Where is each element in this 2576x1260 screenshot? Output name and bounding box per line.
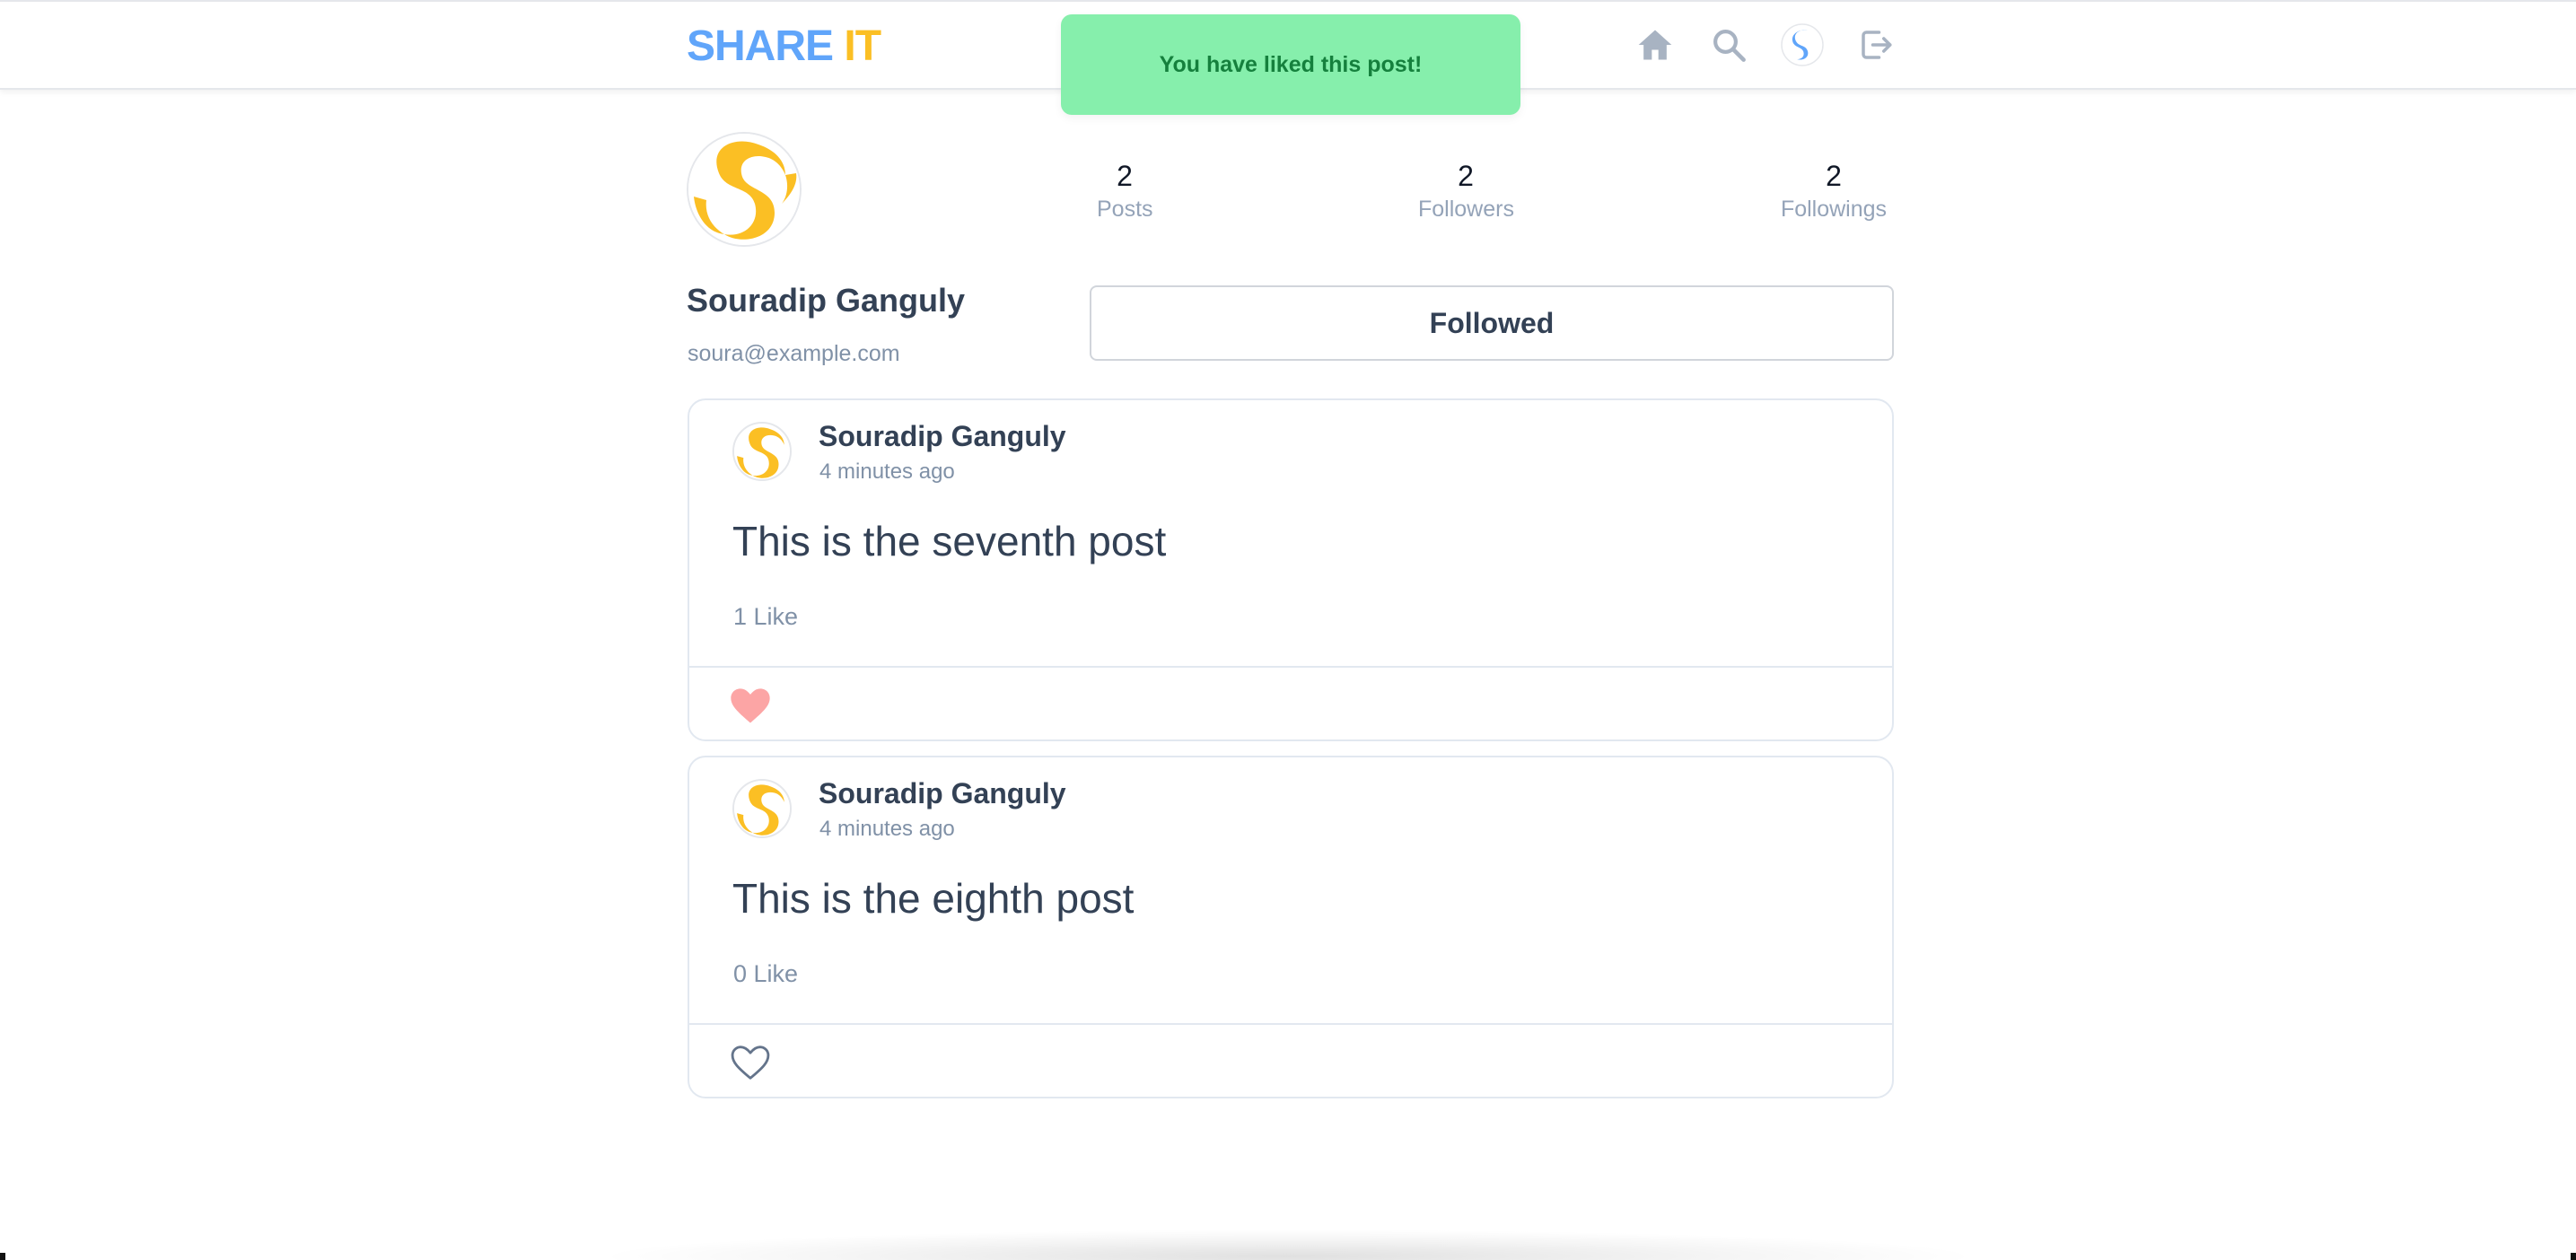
window-corner-right: [2571, 1253, 2576, 1260]
toast-message: You have liked this post!: [1159, 51, 1423, 77]
heart-outline-icon[interactable]: [727, 1039, 774, 1086]
logo-share-text: SHARE: [687, 22, 834, 70]
bottom-shadow: [592, 1229, 1984, 1260]
follow-button[interactable]: Followed: [1090, 285, 1894, 361]
profile-avatar-icon[interactable]: [1781, 23, 1824, 66]
post-divider: [689, 666, 1892, 668]
post-card: Souradip Ganguly 4 minutes ago This is t…: [688, 398, 1894, 741]
post-divider: [689, 1023, 1892, 1025]
stat-posts: 2 Posts: [1097, 158, 1153, 224]
followers-label: Followers: [1418, 197, 1514, 222]
post-content: This is the seventh post: [732, 518, 1167, 564]
stat-followers[interactable]: 2 Followers: [1418, 158, 1514, 224]
post-author-avatar[interactable]: [732, 779, 792, 838]
search-icon[interactable]: [1707, 23, 1750, 66]
window-corner-left: [0, 1253, 5, 1260]
posts-label: Posts: [1097, 197, 1153, 222]
post-author-name[interactable]: Souradip Ganguly: [819, 420, 1066, 453]
heart-filled-icon[interactable]: [727, 682, 774, 729]
logout-icon[interactable]: [1854, 23, 1897, 66]
post-timestamp: 4 minutes ago: [819, 817, 955, 841]
post-timestamp: 4 minutes ago: [819, 459, 955, 484]
followings-label: Followings: [1780, 197, 1888, 222]
followers-count: 2: [1458, 160, 1474, 192]
stat-followings[interactable]: 2 Followings: [1779, 158, 1888, 224]
post-author-avatar[interactable]: [732, 422, 792, 481]
post-like-count: 1 Like: [733, 603, 799, 630]
post-content: This is the eighth post: [732, 875, 1135, 922]
profile-email: soura@example.com: [688, 341, 900, 366]
posts-count: 2: [1117, 160, 1133, 192]
post-like-count: 0 Like: [733, 960, 799, 987]
app-logo[interactable]: SHARE IT: [687, 22, 881, 71]
profile-name: Souradip Ganguly: [687, 282, 966, 319]
profile-avatar: [687, 132, 802, 247]
success-toast: You have liked this post!: [1061, 14, 1520, 115]
post-author-name[interactable]: Souradip Ganguly: [819, 777, 1066, 810]
followings-count: 2: [1826, 160, 1842, 192]
nav-icons: [1634, 23, 1897, 66]
home-icon[interactable]: [1634, 23, 1677, 66]
post-card: Souradip Ganguly 4 minutes ago This is t…: [688, 756, 1894, 1098]
page: SHARE IT You have liked this post! 2 Pos…: [0, 0, 2576, 1260]
logo-it-text: IT: [844, 22, 881, 70]
